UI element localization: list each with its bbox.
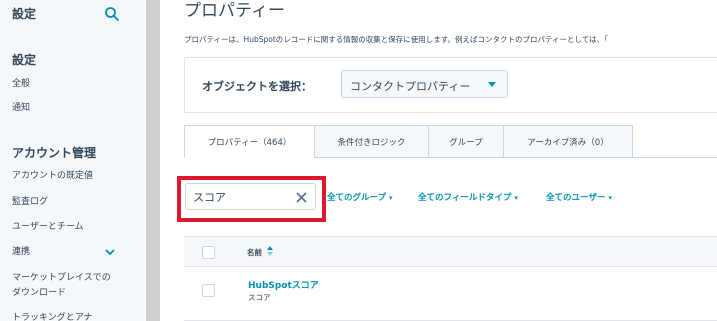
sidebar-section-settings: 設定	[12, 53, 37, 67]
settings-sidebar: 設定 設定 全般 通知 アカウント管理 アカウントの既定値 監査ログ ユーザーと…	[0, 0, 146, 321]
sidebar-item-integrations[interactable]: 連携	[12, 245, 30, 260]
object-select-label: オブジェクトを選択：	[202, 80, 312, 93]
column-header-name[interactable]: 名前	[247, 247, 262, 258]
row-checkbox[interactable]	[202, 284, 215, 297]
sidebar-section-account: アカウント管理	[12, 146, 97, 160]
sidebar-item-users-teams[interactable]: ユーザーとチーム	[12, 220, 84, 235]
tab-groups[interactable]: グループ	[428, 125, 504, 158]
object-select-dropdown[interactable]: コンタクトプロパティー	[341, 70, 508, 98]
object-selector-panel: オブジェクトを選択： コンタクトプロパティー	[184, 57, 717, 113]
tab-archived-label: アーカイブ済み（0）	[527, 137, 609, 148]
tab-properties[interactable]: プロパティー（464）	[184, 125, 315, 158]
sidebar-item-account-defaults[interactable]: アカウントの既定値	[12, 169, 93, 184]
sidebar-item-general[interactable]: 全般	[12, 77, 30, 92]
sidebar-title: 設定	[12, 7, 37, 21]
tab-conditional-logic[interactable]: 条件付きロジック	[314, 125, 429, 158]
sidebar-item-notifications[interactable]: 通知	[12, 101, 30, 116]
sidebar-item-marketplace[interactable]: マーケットプレイスでの	[12, 271, 111, 286]
search-icon[interactable]	[104, 6, 120, 22]
sidebar-item-audit-log[interactable]: 監査ログ	[12, 195, 48, 210]
sidebar-divider	[146, 0, 160, 321]
caret-down-icon: ▾	[608, 194, 612, 202]
page-description: プロパティーは、HubSpotのレコードに関する情報の収集と保存に使用します。例…	[184, 35, 608, 44]
object-select-value: コンタクトプロパティー	[350, 80, 471, 93]
highlight-annotation	[177, 176, 326, 222]
tab-groups-label: グループ	[449, 137, 483, 148]
sidebar-item-tracking[interactable]: トラッキングとアナ	[12, 311, 93, 321]
caret-down-icon: ▾	[389, 194, 393, 202]
chevron-down-icon[interactable]	[104, 247, 116, 257]
filter-all-field-types[interactable]: 全てのフィールドタイプ ▾	[418, 191, 518, 203]
tab-archived[interactable]: アーカイブ済み（0）	[503, 125, 633, 158]
select-all-checkbox[interactable]	[202, 246, 215, 259]
filter-all-groups-label: 全てのグループ	[327, 193, 386, 203]
tab-conditional-logic-label: 条件付きロジック	[337, 137, 406, 148]
caret-down-icon: ▾	[514, 194, 518, 202]
filter-all-users[interactable]: 全てのユーザー ▾	[546, 191, 612, 203]
table-row-group: スコア	[248, 293, 271, 302]
sidebar-item-marketplace-downloads[interactable]: ダウンロード	[12, 286, 66, 301]
tabs-baseline	[632, 157, 717, 158]
sort-icon[interactable]	[267, 245, 273, 257]
filter-all-groups[interactable]: 全てのグループ ▾	[327, 191, 393, 203]
table-row-name-link[interactable]: HubSpotスコア	[248, 278, 319, 291]
filter-all-users-label: 全てのユーザー	[546, 193, 606, 203]
filter-all-field-types-label: 全てのフィールドタイプ	[418, 193, 512, 203]
table-header: 名前	[184, 236, 717, 267]
page-title: プロパティー	[184, 1, 285, 21]
tab-properties-label: プロパティー（464）	[207, 137, 292, 148]
caret-down-icon	[488, 82, 496, 87]
